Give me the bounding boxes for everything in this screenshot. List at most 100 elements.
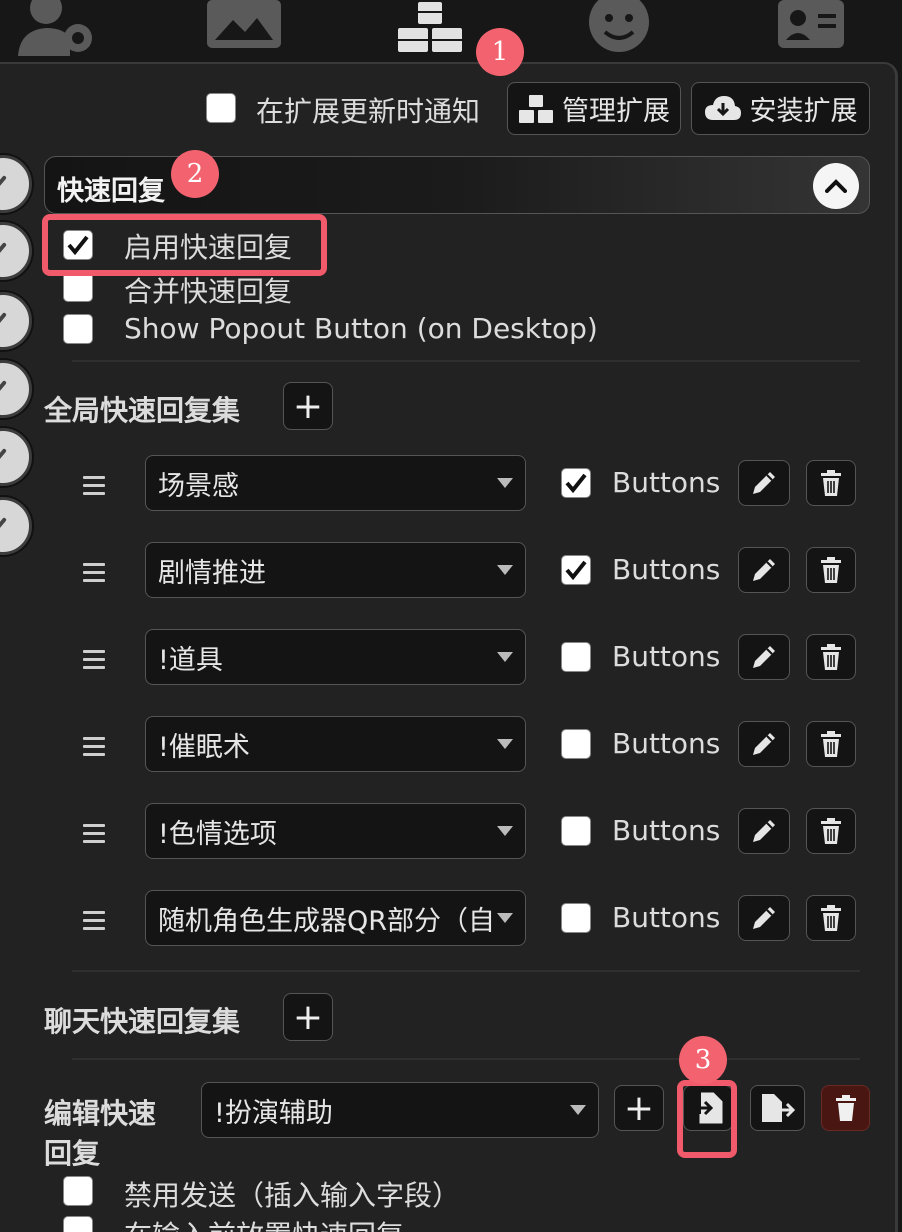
buttons-checkbox[interactable] — [561, 729, 591, 759]
install-extension-button[interactable]: 安装扩展 — [691, 82, 870, 135]
global-set-select[interactable]: !道具 — [145, 629, 526, 685]
export-set-button[interactable] — [750, 1085, 805, 1131]
trash-icon — [835, 1095, 856, 1121]
global-set-name: 剧情推进 — [158, 557, 266, 589]
drawer-title: 快速回复 — [57, 176, 165, 207]
dropdown-arrow-icon — [497, 913, 513, 923]
notify-label: 在扩展更新时通知 — [256, 95, 481, 128]
drag-handle-icon[interactable] — [83, 476, 105, 500]
remove-set-button[interactable] — [806, 547, 856, 593]
dropdown-arrow-icon — [497, 826, 513, 836]
drag-handle-icon[interactable] — [83, 737, 105, 761]
cloud-download-icon — [704, 95, 741, 120]
divider — [72, 1058, 860, 1060]
pencil-icon — [753, 907, 775, 929]
buttons-label: Buttons — [612, 640, 721, 673]
pencil-icon — [753, 559, 775, 581]
remove-set-button[interactable] — [806, 460, 856, 506]
add-chat-set-button[interactable]: + — [283, 993, 333, 1041]
dropdown-arrow-icon — [497, 478, 513, 488]
popout-button-checkbox[interactable] — [63, 314, 93, 344]
edit-label-line1: 编辑快速 — [44, 1097, 157, 1130]
plus-icon: + — [292, 996, 324, 1038]
buttons-label: Buttons — [612, 553, 721, 586]
buttons-checkbox[interactable] — [561, 816, 591, 846]
global-set-name: 随机角色生成器QR部分（自 — [158, 905, 496, 937]
edit-set-select[interactable]: !扮演辅助 — [201, 1082, 599, 1138]
smiley-icon[interactable] — [588, 0, 650, 56]
add-quick-reply-set-button[interactable]: + — [614, 1085, 664, 1131]
disable-send-checkbox[interactable] — [63, 1176, 93, 1206]
install-extension-label: 安装扩展 — [749, 96, 858, 127]
global-set-name: !催眠术 — [158, 731, 250, 763]
place-before-input-label: 在输入前放置快速回复 — [124, 1214, 404, 1232]
global-set-select[interactable]: 剧情推进 — [145, 542, 526, 598]
buttons-label: Buttons — [612, 466, 721, 499]
popout-button-label: Show Popout Button (on Desktop) — [124, 312, 598, 345]
user-settings-icon[interactable] — [16, 0, 94, 56]
pencil-icon — [753, 820, 775, 842]
trash-icon — [821, 731, 841, 757]
global-set-select[interactable]: !催眠术 — [145, 716, 526, 772]
pencil-icon — [753, 646, 775, 668]
divider — [72, 360, 860, 362]
quick-reply-drawer-header[interactable]: 快速回复 — [44, 156, 870, 214]
global-set-name: !道具 — [158, 644, 223, 676]
drag-handle-icon[interactable] — [83, 650, 105, 674]
edit-set-button[interactable] — [738, 808, 790, 854]
dropdown-arrow-icon — [497, 652, 513, 662]
manage-extensions-button[interactable]: 管理扩展 — [507, 82, 681, 135]
buttons-label: Buttons — [612, 727, 721, 760]
remove-set-button[interactable] — [806, 895, 856, 941]
edit-set-button[interactable] — [738, 895, 790, 941]
file-export-icon — [761, 1094, 795, 1122]
extensions-icon[interactable] — [394, 0, 466, 56]
check-icon — [565, 473, 587, 493]
edit-label-line2: 回复 — [44, 1137, 101, 1170]
global-set-name: 场景感 — [158, 470, 239, 502]
global-set-select[interactable]: 随机角色生成器QR部分（自 — [145, 890, 526, 946]
dropdown-arrow-icon — [570, 1105, 586, 1115]
edit-set-button[interactable] — [738, 547, 790, 593]
annotation-badge-2: 2 — [171, 150, 219, 198]
edit-set-button[interactable] — [738, 634, 790, 680]
buttons-checkbox[interactable] — [561, 555, 591, 585]
add-global-set-button[interactable]: + — [283, 382, 333, 430]
buttons-checkbox[interactable] — [561, 903, 591, 933]
notify-checkbox[interactable] — [206, 93, 236, 123]
global-set-select[interactable]: 场景感 — [145, 455, 526, 511]
delete-set-button[interactable] — [821, 1085, 870, 1131]
combine-quick-reply-checkbox[interactable] — [63, 272, 93, 302]
drag-handle-icon[interactable] — [83, 563, 105, 587]
check-icon — [565, 560, 587, 580]
place-before-input-checkbox[interactable] — [63, 1216, 93, 1232]
chat-sets-title: 聊天快速回复集 — [44, 1005, 241, 1038]
global-set-name: !色情选项 — [158, 818, 277, 850]
edit-set-button[interactable] — [738, 721, 790, 767]
disable-send-label: 禁用发送（插入输入字段） — [124, 1179, 461, 1212]
remove-set-button[interactable] — [806, 721, 856, 767]
buttons-label: Buttons — [612, 814, 721, 847]
top-nav — [0, 0, 902, 62]
edit-set-value: !扮演辅助 — [214, 1097, 333, 1129]
contact-card-icon[interactable] — [776, 0, 846, 52]
buttons-checkbox[interactable] — [561, 642, 591, 672]
remove-set-button[interactable] — [806, 634, 856, 680]
cubes-icon — [519, 94, 553, 123]
remove-set-button[interactable] — [806, 808, 856, 854]
edit-set-button[interactable] — [738, 460, 790, 506]
buttons-label: Buttons — [612, 901, 721, 934]
collapse-chevron-icon[interactable] — [813, 163, 859, 209]
manage-extensions-label: 管理扩展 — [562, 96, 670, 127]
global-set-select[interactable]: !色情选项 — [145, 803, 526, 859]
buttons-checkbox[interactable] — [561, 468, 591, 498]
drag-handle-icon[interactable] — [83, 824, 105, 848]
highlight-box-enable — [42, 214, 327, 276]
annotation-badge-1: 1 — [476, 28, 524, 76]
trash-icon — [821, 818, 841, 844]
global-sets-title: 全局快速回复集 — [44, 394, 241, 427]
drag-handle-icon[interactable] — [83, 911, 105, 935]
pencil-icon — [753, 733, 775, 755]
plus-icon: + — [292, 385, 324, 427]
image-icon[interactable] — [205, 0, 283, 52]
